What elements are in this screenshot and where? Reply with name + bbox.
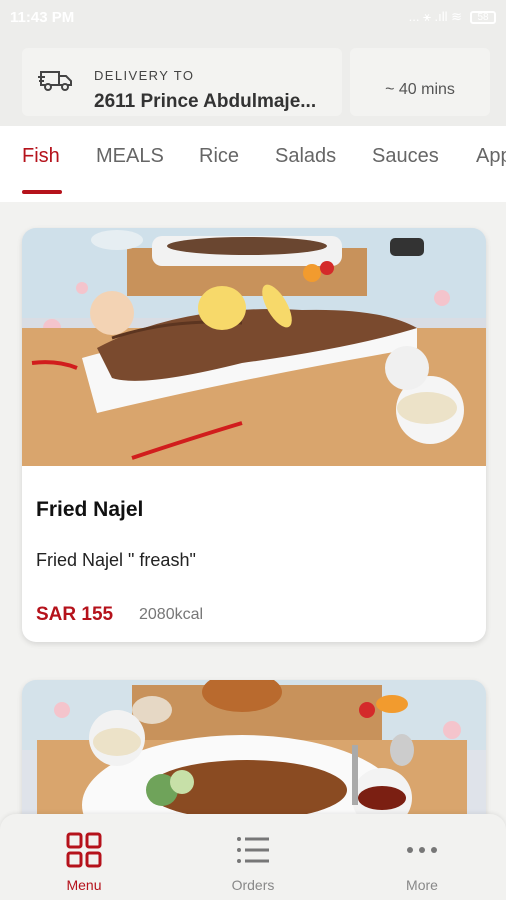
eta-text: ~ 40 mins <box>385 81 455 98</box>
bottom-navigation: Menu Orders More <box>0 814 506 900</box>
nav-orders-label: Orders <box>231 877 275 893</box>
battery-icon: 58 <box>470 10 496 24</box>
tab-appetizers[interactable]: App <box>476 145 506 168</box>
menu-item-card[interactable]: Fried Najel Fried Najel " freash" SAR 15… <box>22 228 486 642</box>
nav-more-label: More <box>406 877 438 893</box>
tab-sauces[interactable]: Sauces <box>372 145 439 168</box>
category-tabs: Fish MEALS Rice Salads Sauces App <box>0 126 506 202</box>
nav-orders[interactable]: Orders <box>169 814 337 900</box>
tab-fish[interactable]: Fish <box>22 145 60 168</box>
eta-box: ~ 40 mins <box>350 48 490 116</box>
delivery-address-selector[interactable]: DELIVERY TO 2611 Prince Abdulmaje... <box>22 48 342 116</box>
delivery-header: DELIVERY TO 2611 Prince Abdulmaje... ~ 4… <box>0 36 506 126</box>
list-icon <box>237 837 269 863</box>
delivery-address: 2611 Prince Abdulmaje... <box>94 91 317 112</box>
signal-wifi-icons: ... ⚹ .ıll ≋ <box>408 9 462 24</box>
dots-icon <box>407 847 437 853</box>
status-time: 11:43 PM <box>10 9 75 26</box>
item-name: Fried Najel <box>36 498 144 521</box>
item-description: Fried Najel " freash" <box>36 550 196 570</box>
tab-rice[interactable]: Rice <box>199 145 239 168</box>
grid-icon <box>66 832 102 868</box>
delivery-label: DELIVERY TO <box>94 68 195 83</box>
status-bar: 11:43 PM ... ⚹ .ıll ≋ 58 <box>0 0 506 36</box>
menu-list[interactable]: Fried Najel Fried Najel " freash" SAR 15… <box>0 202 506 900</box>
tab-salads[interactable]: Salads <box>275 145 336 168</box>
item-calories: 2080kcal <box>139 606 204 623</box>
truck-icon <box>38 71 72 91</box>
item-price: SAR 155 <box>36 604 114 625</box>
nav-menu-label: Menu <box>66 877 102 893</box>
status-icons: ... ⚹ .ıll ≋ 58 <box>409 9 496 25</box>
tab-meals[interactable]: MEALS <box>96 145 164 168</box>
active-tab-indicator <box>22 190 62 194</box>
nav-more[interactable]: More <box>338 814 506 900</box>
fried-najel-photo <box>22 228 486 466</box>
nav-menu[interactable]: Menu <box>0 814 168 900</box>
